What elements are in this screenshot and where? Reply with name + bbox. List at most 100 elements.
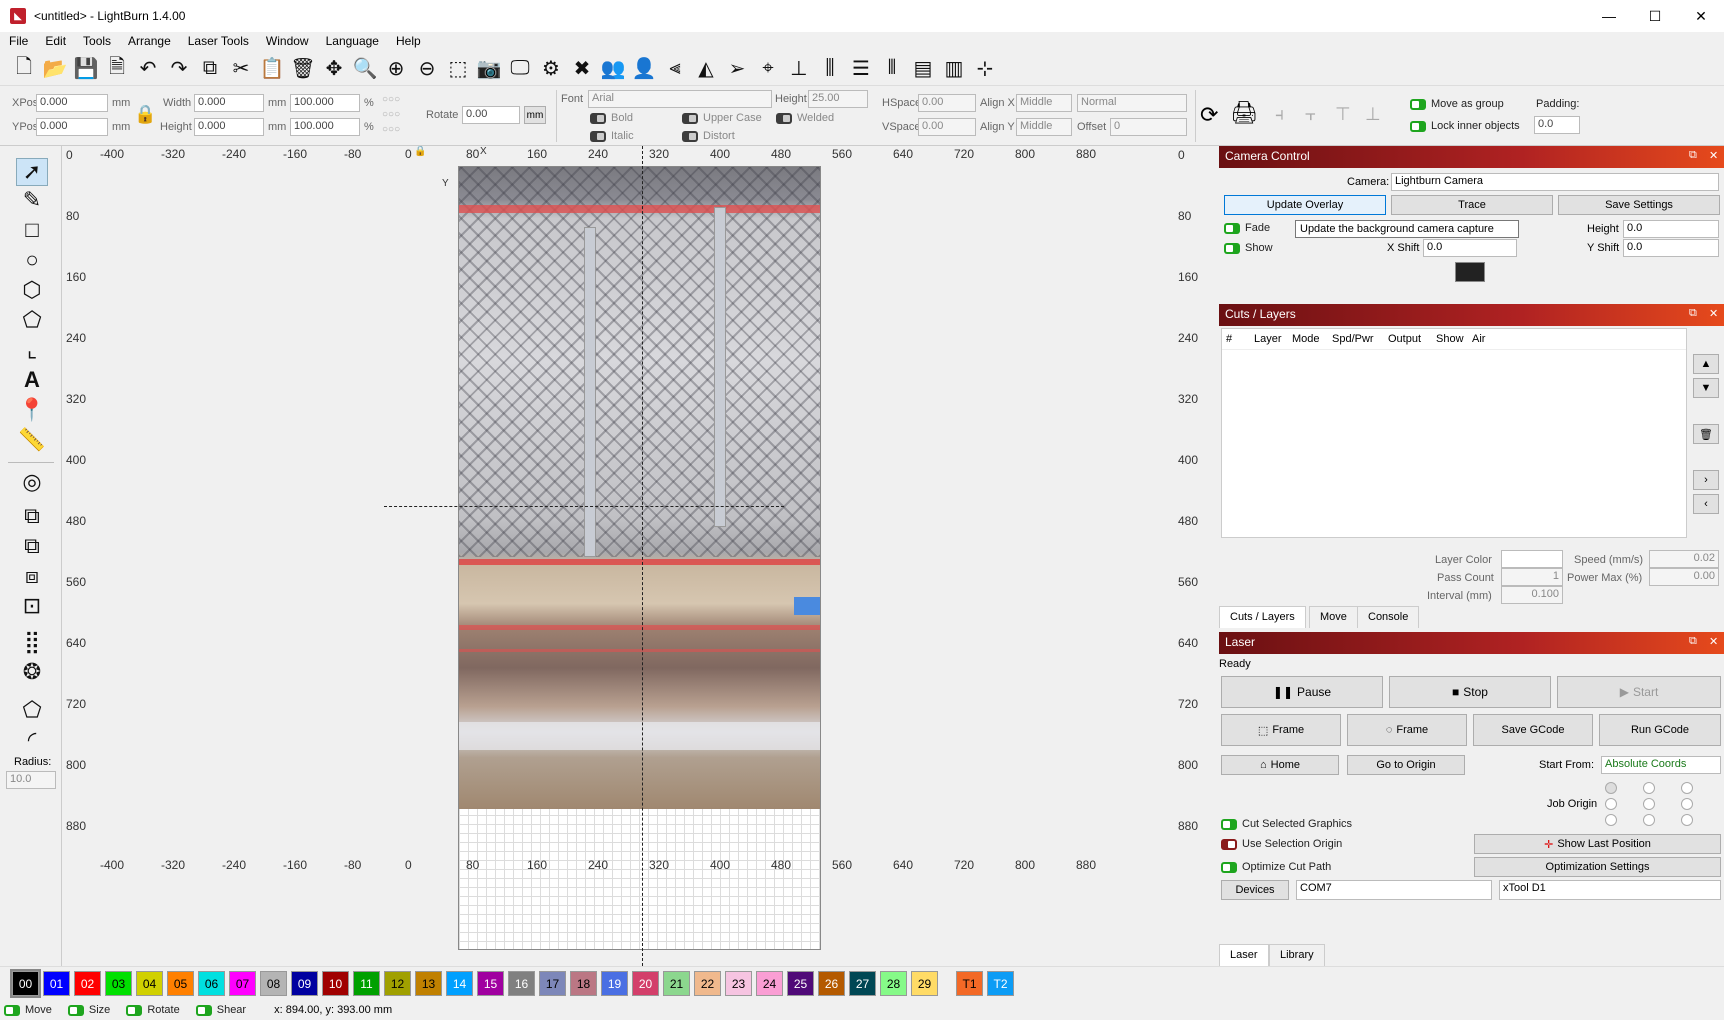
- expand-icon[interactable]: ›: [1693, 470, 1719, 490]
- layer-color-swatch[interactable]: [1501, 550, 1563, 568]
- job-origin-top-center[interactable]: [1643, 782, 1655, 794]
- boolean-union-icon[interactable]: ⧉: [16, 532, 48, 560]
- boolean-intersect-icon[interactable]: ⊡: [16, 592, 48, 620]
- camera-select[interactable]: Lightburn Camera: [1391, 173, 1719, 191]
- palette-swatch-19[interactable]: 19: [601, 971, 628, 996]
- layers-table[interactable]: # Layer Mode Spd/Pwr Output Show Air: [1221, 328, 1687, 538]
- flip-vertical-icon[interactable]: ⫷: [661, 55, 689, 83]
- move-layer-down-button[interactable]: ▼: [1693, 378, 1719, 398]
- pentagon-tool-icon[interactable]: ⬠: [16, 306, 48, 334]
- optimize-switch[interactable]: [1221, 861, 1237, 873]
- palette-swatch-09[interactable]: 09: [291, 971, 318, 996]
- measure-tool-icon[interactable]: 📏: [16, 426, 48, 454]
- align-h-icon[interactable]: ☰: [847, 55, 875, 83]
- camera-capture-icon[interactable]: 📷: [475, 55, 503, 83]
- float-panel-icon[interactable]: ⧉: [1689, 307, 1697, 320]
- width-percent-field[interactable]: 100.000: [290, 94, 360, 112]
- fade-toggle[interactable]: Fade: [1224, 222, 1270, 234]
- pause-button[interactable]: ❚❚ Pause: [1221, 676, 1383, 708]
- bold-toggle[interactable]: Bold: [590, 112, 633, 124]
- move-as-group-toggle[interactable]: Move as group: [1410, 98, 1504, 110]
- monitor-icon[interactable]: 🖵: [506, 55, 534, 83]
- palette-swatch-t1[interactable]: T1: [956, 971, 983, 996]
- palette-swatch-08[interactable]: 08: [260, 971, 287, 996]
- align-bottom-icon[interactable]: ⊥: [1365, 104, 1381, 125]
- home-button[interactable]: ⌂ Home: [1221, 755, 1339, 775]
- job-origin-bottom-center[interactable]: [1643, 814, 1655, 826]
- maximize-button[interactable]: ☐: [1632, 0, 1678, 32]
- workspace-canvas[interactable]: Y X 🔒 -400 -400 -320 -320 -240 -240 -160 -160 -8…: [62, 146, 1212, 966]
- width-field[interactable]: 0.000: [194, 94, 264, 112]
- zoom-selection-icon[interactable]: 🔍: [351, 55, 379, 83]
- position-tool-icon[interactable]: 📍: [16, 396, 48, 424]
- job-origin-center[interactable]: [1643, 798, 1655, 810]
- lock-inner-toggle[interactable]: Lock inner objects: [1410, 120, 1520, 132]
- update-overlay-button[interactable]: Update Overlay: [1224, 195, 1386, 215]
- corner-radius-icon[interactable]: ◜: [16, 726, 48, 754]
- hspace-field[interactable]: 0.00: [918, 94, 976, 112]
- height-field[interactable]: 0.000: [194, 118, 264, 136]
- palette-swatch-12[interactable]: 12: [384, 971, 411, 996]
- job-origin-bottom-left[interactable]: [1605, 814, 1617, 826]
- palette-swatch-13[interactable]: 13: [415, 971, 442, 996]
- close-panel-icon[interactable]: ✕: [1709, 635, 1718, 648]
- rectangle-tool-icon[interactable]: □: [16, 216, 48, 244]
- lock-ratio-icon[interactable]: 🔒: [134, 104, 156, 125]
- close-panel-icon[interactable]: ✕: [1709, 307, 1718, 320]
- collapse-icon[interactable]: ‹: [1693, 494, 1719, 514]
- palette-swatch-17[interactable]: 17: [539, 971, 566, 996]
- status-shear-toggle[interactable]: Shear: [195, 1004, 246, 1016]
- float-panel-icon[interactable]: ⧉: [1689, 149, 1697, 162]
- palette-swatch-15[interactable]: 15: [477, 971, 504, 996]
- boolean-subtract-icon[interactable]: ⧈: [16, 562, 48, 590]
- tab-laser[interactable]: Laser: [1219, 944, 1269, 966]
- align-left-icon[interactable]: ⫞: [1275, 104, 1284, 125]
- status-size-toggle[interactable]: Size: [67, 1004, 110, 1016]
- align-top-icon[interactable]: ⊤: [1335, 104, 1351, 125]
- camera-thumbnail-icon[interactable]: [1455, 262, 1485, 282]
- offset-icon[interactable]: ◎: [16, 468, 48, 496]
- laser-bed[interactable]: [458, 166, 821, 950]
- palette-swatch-20[interactable]: 20: [632, 971, 659, 996]
- new-file-icon[interactable]: 🗋: [10, 55, 38, 83]
- palette-swatch-11[interactable]: 11: [353, 971, 380, 996]
- distort-switch[interactable]: [682, 130, 698, 142]
- status-rotate-switch[interactable]: [126, 1004, 143, 1016]
- status-size-switch[interactable]: [67, 1004, 84, 1016]
- zoom-out-icon[interactable]: ⊖: [413, 55, 441, 83]
- run-gcode-button[interactable]: Run GCode: [1599, 714, 1721, 746]
- palette-swatch-25[interactable]: 25: [787, 971, 814, 996]
- origin-selector[interactable]: ○○○ ○○○ ○○○: [382, 92, 422, 138]
- welded-toggle[interactable]: Welded: [776, 112, 834, 124]
- cut-selected-switch[interactable]: [1221, 818, 1237, 830]
- menu-edit[interactable]: Edit: [36, 32, 74, 52]
- palette-swatch-03[interactable]: 03: [105, 971, 132, 996]
- distribute-icon[interactable]: ⫼: [816, 55, 844, 83]
- polygon-tool-icon[interactable]: ⬡: [16, 276, 48, 304]
- close-panel-icon[interactable]: ✕: [1709, 149, 1718, 162]
- text-tool-icon[interactable]: A: [16, 366, 48, 394]
- upper-case-toggle[interactable]: Upper Case: [682, 112, 762, 124]
- palette-swatch-07[interactable]: 07: [229, 971, 256, 996]
- job-origin-top-right[interactable]: [1681, 782, 1693, 794]
- palette-swatch-02[interactable]: 02: [74, 971, 101, 996]
- palette-swatch-22[interactable]: 22: [694, 971, 721, 996]
- rotary-icon[interactable]: ⟳: [1200, 102, 1218, 128]
- palette-swatch-24[interactable]: 24: [756, 971, 783, 996]
- text-style-select[interactable]: Normal: [1077, 94, 1187, 112]
- port-select[interactable]: COM7: [1296, 880, 1492, 900]
- palette-swatch-23[interactable]: 23: [725, 971, 752, 996]
- target-icon[interactable]: ⌖: [754, 55, 782, 83]
- palette-swatch-18[interactable]: 18: [570, 971, 597, 996]
- trace-button[interactable]: Trace: [1391, 195, 1553, 215]
- group-icon[interactable]: ▤: [909, 55, 937, 83]
- aligny-select[interactable]: Middle: [1016, 118, 1072, 136]
- select-tool-icon[interactable]: ➚: [16, 158, 48, 186]
- ellipse-tool-icon[interactable]: ○: [16, 246, 48, 274]
- tab-cuts-layers[interactable]: Cuts / Layers: [1219, 606, 1306, 628]
- status-rotate-toggle[interactable]: Rotate: [126, 1004, 180, 1016]
- status-move-switch[interactable]: [4, 1004, 20, 1016]
- text-height-field[interactable]: 25.00: [808, 90, 868, 108]
- pen-tool-icon[interactable]: ✎: [16, 186, 48, 214]
- align-v-icon[interactable]: ⫴: [878, 55, 906, 83]
